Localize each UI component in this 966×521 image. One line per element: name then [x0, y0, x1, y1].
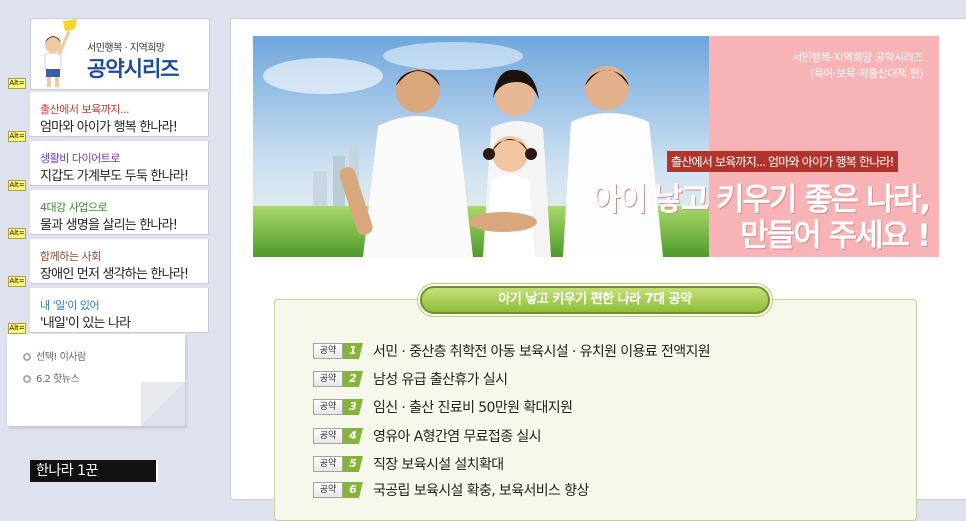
- pledge-number: 5: [343, 456, 363, 472]
- pledge-number: 1: [343, 343, 363, 359]
- pledge-label: 공약: [313, 482, 343, 498]
- pledge-text: 국공립 보육시설 확충, 보육서비스 향상: [373, 483, 589, 499]
- series-logo[interactable]: 서민행복 · 지역희망 공약시리즈: [30, 18, 210, 90]
- pledge-number: 4: [343, 428, 363, 444]
- alt-tag: Alt=: [8, 180, 26, 191]
- sidebar-item-disabled[interactable]: 함께하는 사회 장애인 먼저 생각하는 한나라!: [30, 239, 209, 284]
- sidebar-item-title: 엄마와 아이가 행복 한나라!: [40, 120, 178, 135]
- logo-title: 공약시리즈: [87, 57, 180, 81]
- family-photo: [253, 36, 709, 257]
- pledge-item[interactable]: 공약 5 직장 보육시설 설치확대: [313, 454, 504, 474]
- pledge-item[interactable]: 공약 2 남성 유급 출산휴가 실시: [313, 369, 508, 389]
- pledge-text: 직장 보육시설 설치확대: [373, 457, 504, 473]
- note-link-label: 선택! 이사람: [36, 352, 86, 363]
- pledge-item[interactable]: 공약 1 서민 · 중산층 취학전 아동 보육시설 · 유치원 이용료 전액지원: [313, 341, 711, 361]
- banner-tagline: 출산에서 보육까지... 엄마와 아이가 행복 한나라!: [667, 151, 898, 172]
- pledge-number: 3: [343, 399, 363, 415]
- pledge-number: 6: [343, 482, 363, 498]
- sidebar: 서민행복 · 지역희망 공약시리즈 Alt= 출산에서 보육까지... 엄마와 …: [0, 0, 215, 488]
- child-illustration-icon: [44, 19, 77, 87]
- sidebar-item-living-cost[interactable]: 생활비 다이어트로 지갑도 가계부도 두둑 한나라!: [30, 141, 209, 186]
- bullet-icon: [23, 353, 31, 361]
- alt-tag: Alt=: [8, 78, 26, 89]
- note-link-label: 6.2 핫뉴스: [36, 374, 80, 385]
- banner-headline-2: 만들어 주세요 !: [740, 218, 931, 254]
- sidebar-item-kicker: 내 '일'이 있어: [40, 299, 100, 312]
- alt-tag: Alt=: [8, 131, 26, 142]
- pledge-label: 공약: [313, 371, 343, 387]
- pledge-label: 공약: [313, 399, 343, 415]
- sidebar-item-childcare[interactable]: 출산에서 보육까지... 엄마와 아이가 행복 한나라!: [30, 92, 209, 137]
- bullet-icon: [23, 375, 31, 383]
- pledge-item[interactable]: 공약 3 임신 · 출산 진료비 50만원 확대지원: [313, 397, 573, 417]
- sidebar-item-title: 물과 생명을 살리는 한나라!: [40, 218, 178, 233]
- sidebar-item-rivers[interactable]: 4대강 사업으로 물과 생명을 살리는 한나라!: [30, 190, 209, 235]
- pledge-label: 공약: [313, 456, 343, 472]
- sidebar-item-kicker: 4대강 사업으로: [40, 201, 108, 214]
- main-content: 서민행복·지역희망 공약시리즈 (육아·보육·저출산대책 편) 출산에서 보육까…: [230, 18, 966, 521]
- banner-series: 서민행복·지역희망 공약시리즈 (육아·보육·저출산대책 편): [791, 50, 924, 82]
- pledge-item[interactable]: 공약 4 영유아 A형간염 무료접종 실시: [313, 426, 541, 446]
- note-link-hot-news[interactable]: 6.2 핫뉴스: [23, 370, 80, 385]
- sidebar-item-kicker: 생활비 다이어트로: [40, 152, 120, 165]
- logo-subtitle: 서민행복 · 지역희망: [87, 43, 165, 54]
- sidebar-item-jobs[interactable]: 내 '일'이 있어 '내일'이 있는 나라: [30, 288, 209, 333]
- pledge-section-title: 아기 낳고 키우기 편한 나라 7대 공약: [420, 286, 770, 314]
- banner-series-line2: (육아·보육·저출산대책 편): [810, 67, 923, 80]
- pledge-text: 영유아 A형간염 무료접종 실시: [373, 429, 541, 445]
- hero-banner: 서민행복·지역희망 공약시리즈 (육아·보육·저출산대책 편) 출산에서 보육까…: [253, 36, 939, 257]
- pledge-text: 서민 · 중산층 취학전 아동 보육시설 · 유치원 이용료 전액지원: [373, 344, 711, 360]
- book-link[interactable]: 한나라 1꾼: [30, 460, 158, 482]
- pledge-text: 임신 · 출산 진료비 50만원 확대지원: [373, 400, 573, 416]
- sidebar-item-title: 지갑도 가계부도 두둑 한나라!: [40, 169, 189, 184]
- note-link-candidate[interactable]: 선택! 이사람: [23, 348, 86, 363]
- sidebar-item-kicker: 함께하는 사회: [40, 250, 101, 263]
- sidebar-item-title: '내일'이 있는 나라: [40, 316, 131, 331]
- sticky-note-panel: 선택! 이사람 6.2 핫뉴스: [7, 334, 185, 426]
- pledge-text: 남성 유급 출산휴가 실시: [373, 372, 508, 388]
- sidebar-item-kicker: 출산에서 보육까지...: [40, 103, 129, 116]
- banner-series-line1: 서민행복·지역희망 공약시리즈: [791, 51, 924, 64]
- sidebar-item-title: 장애인 먼저 생각하는 한나라!: [40, 267, 189, 282]
- alt-tag: Alt=: [8, 228, 26, 239]
- alt-tag: Alt=: [8, 323, 26, 334]
- page-curl-icon: [141, 382, 185, 426]
- pledge-number: 2: [343, 371, 363, 387]
- pledge-label: 공약: [313, 428, 343, 444]
- pledge-label: 공약: [313, 343, 343, 359]
- pledge-item[interactable]: 공약 6 국공립 보육시설 확충, 보육서비스 향상: [313, 480, 589, 500]
- alt-tag: Alt=: [8, 276, 26, 287]
